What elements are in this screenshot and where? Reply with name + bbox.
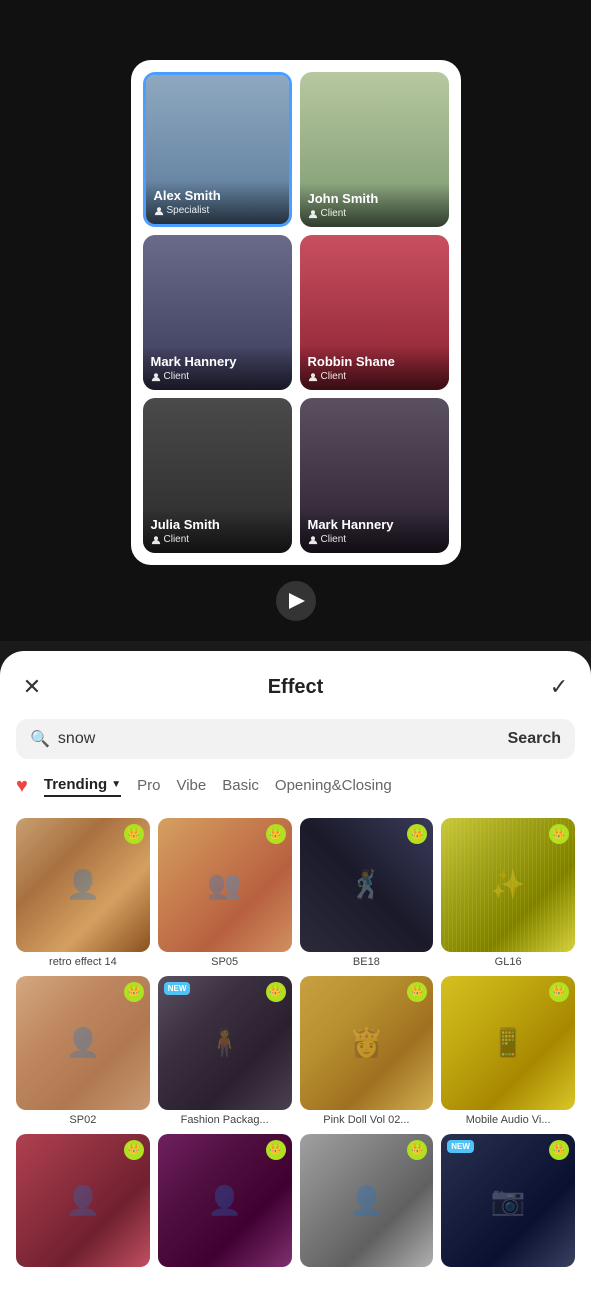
effect-item-retro14[interactable]: 👑👤retro effect 14 xyxy=(16,818,150,968)
effect-item-row3d[interactable]: 👑NEW📷 xyxy=(441,1134,575,1272)
tab-pro[interactable]: Pro xyxy=(137,777,160,796)
contact-name-john: John Smith xyxy=(308,191,441,206)
effect-label-pinkdoll: Pink Doll Vol 02... xyxy=(300,1114,434,1126)
tab-vibe[interactable]: Vibe xyxy=(176,777,206,796)
effect-label-sp05: SP05 xyxy=(158,956,292,968)
crown-badge: 👑 xyxy=(549,824,569,844)
effect-item-fashion[interactable]: 👑NEW🧍Fashion Packag... xyxy=(158,976,292,1126)
contact-role-mark-h2: Client xyxy=(308,534,441,545)
effect-panel: ✕ Effect ✓ 🔍 Search ♥ Trending ▼ Pro Vibe Ba… xyxy=(0,651,591,1291)
contact-name-mark-h2: Mark Hannery xyxy=(308,517,441,532)
user-icon xyxy=(308,209,318,219)
chevron-down-icon: ▼ xyxy=(111,779,121,790)
effect-label-gl16: GL16 xyxy=(441,956,575,968)
contact-item-julia[interactable]: Julia Smith Client xyxy=(143,398,292,553)
search-input[interactable] xyxy=(58,730,500,748)
crown-badge: 👑 xyxy=(124,824,144,844)
effect-header: ✕ Effect ✓ xyxy=(16,671,575,703)
effect-item-row3c[interactable]: 👑👤 xyxy=(300,1134,434,1272)
crown-badge: 👑 xyxy=(407,982,427,1002)
contact-name-robbin: Robbin Shane xyxy=(308,354,441,369)
search-button[interactable]: Search xyxy=(508,730,561,748)
effect-label-be18: BE18 xyxy=(300,956,434,968)
new-badge: NEW xyxy=(447,1140,474,1153)
contact-name-mark-h: Mark Hannery xyxy=(151,354,284,369)
video-preview-section: Alex SmithSpecialistJohn SmithClientMark… xyxy=(0,0,591,641)
user-icon xyxy=(154,206,164,216)
tab-opening[interactable]: Opening&Closing xyxy=(275,777,392,796)
contact-role-mark-h: Client xyxy=(151,371,284,382)
contacts-card: Alex SmithSpecialistJohn SmithClientMark… xyxy=(131,60,461,565)
effect-item-mobile[interactable]: 👑📱Mobile Audio Vi... xyxy=(441,976,575,1126)
tab-basic[interactable]: Basic xyxy=(222,777,259,796)
contact-item-mark-h2[interactable]: Mark Hannery Client xyxy=(300,398,449,553)
category-tabs: ♥ Trending ▼ Pro Vibe Basic Opening&Closing xyxy=(16,775,575,802)
effect-label-mobile: Mobile Audio Vi... xyxy=(441,1114,575,1126)
effects-grid: 👑👤retro effect 14👑👥SP05👑🕺BE18👑✨GL16👑👤SP0… xyxy=(16,818,575,1271)
contact-item-john[interactable]: John Smith Client xyxy=(300,72,449,227)
contact-role-john: Client xyxy=(308,208,441,219)
close-button[interactable]: ✕ xyxy=(16,671,48,703)
contact-name-julia: Julia Smith xyxy=(151,517,284,532)
confirm-button[interactable]: ✓ xyxy=(543,671,575,703)
contact-item-mark-h[interactable]: Mark Hannery Client xyxy=(143,235,292,390)
crown-badge: 👑 xyxy=(266,982,286,1002)
crown-badge: 👑 xyxy=(549,982,569,1002)
user-icon xyxy=(308,372,318,382)
user-icon xyxy=(308,535,318,545)
user-icon xyxy=(151,535,161,545)
tab-trending[interactable]: Trending ▼ xyxy=(44,776,121,797)
crown-badge: 👑 xyxy=(549,1140,569,1160)
effect-item-sp02[interactable]: 👑👤SP02 xyxy=(16,976,150,1126)
crown-badge: 👑 xyxy=(124,1140,144,1160)
play-icon xyxy=(289,593,305,609)
play-button[interactable] xyxy=(276,581,316,621)
contact-name-alex: Alex Smith xyxy=(154,188,281,203)
play-button-container xyxy=(276,581,316,621)
contact-item-robbin[interactable]: Robbin Shane Client xyxy=(300,235,449,390)
effect-label-retro14: retro effect 14 xyxy=(16,956,150,968)
effect-item-sp05[interactable]: 👑👥SP05 xyxy=(158,818,292,968)
effect-label-fashion: Fashion Packag... xyxy=(158,1114,292,1126)
crown-badge: 👑 xyxy=(266,824,286,844)
crown-badge: 👑 xyxy=(124,982,144,1002)
new-badge: NEW xyxy=(164,982,191,995)
effect-item-gl16[interactable]: 👑✨GL16 xyxy=(441,818,575,968)
favorites-icon[interactable]: ♥ xyxy=(16,775,28,798)
search-bar: 🔍 Search xyxy=(16,719,575,759)
contact-role-alex: Specialist xyxy=(154,205,281,216)
user-icon xyxy=(151,372,161,382)
contact-item-alex[interactable]: Alex Smith Specialist xyxy=(143,72,292,227)
effect-label-sp02: SP02 xyxy=(16,1114,150,1126)
crown-badge: 👑 xyxy=(266,1140,286,1160)
effect-item-row3b[interactable]: 👑👤 xyxy=(158,1134,292,1272)
effect-item-row3a[interactable]: 👑👤 xyxy=(16,1134,150,1272)
search-icon: 🔍 xyxy=(30,729,50,749)
effect-panel-title: Effect xyxy=(268,676,324,699)
effect-item-be18[interactable]: 👑🕺BE18 xyxy=(300,818,434,968)
tab-label-trending: Trending ▼ xyxy=(44,776,121,793)
crown-badge: 👑 xyxy=(407,1140,427,1160)
effect-item-pinkdoll[interactable]: 👑👸Pink Doll Vol 02... xyxy=(300,976,434,1126)
contact-role-robbin: Client xyxy=(308,371,441,382)
contact-role-julia: Client xyxy=(151,534,284,545)
